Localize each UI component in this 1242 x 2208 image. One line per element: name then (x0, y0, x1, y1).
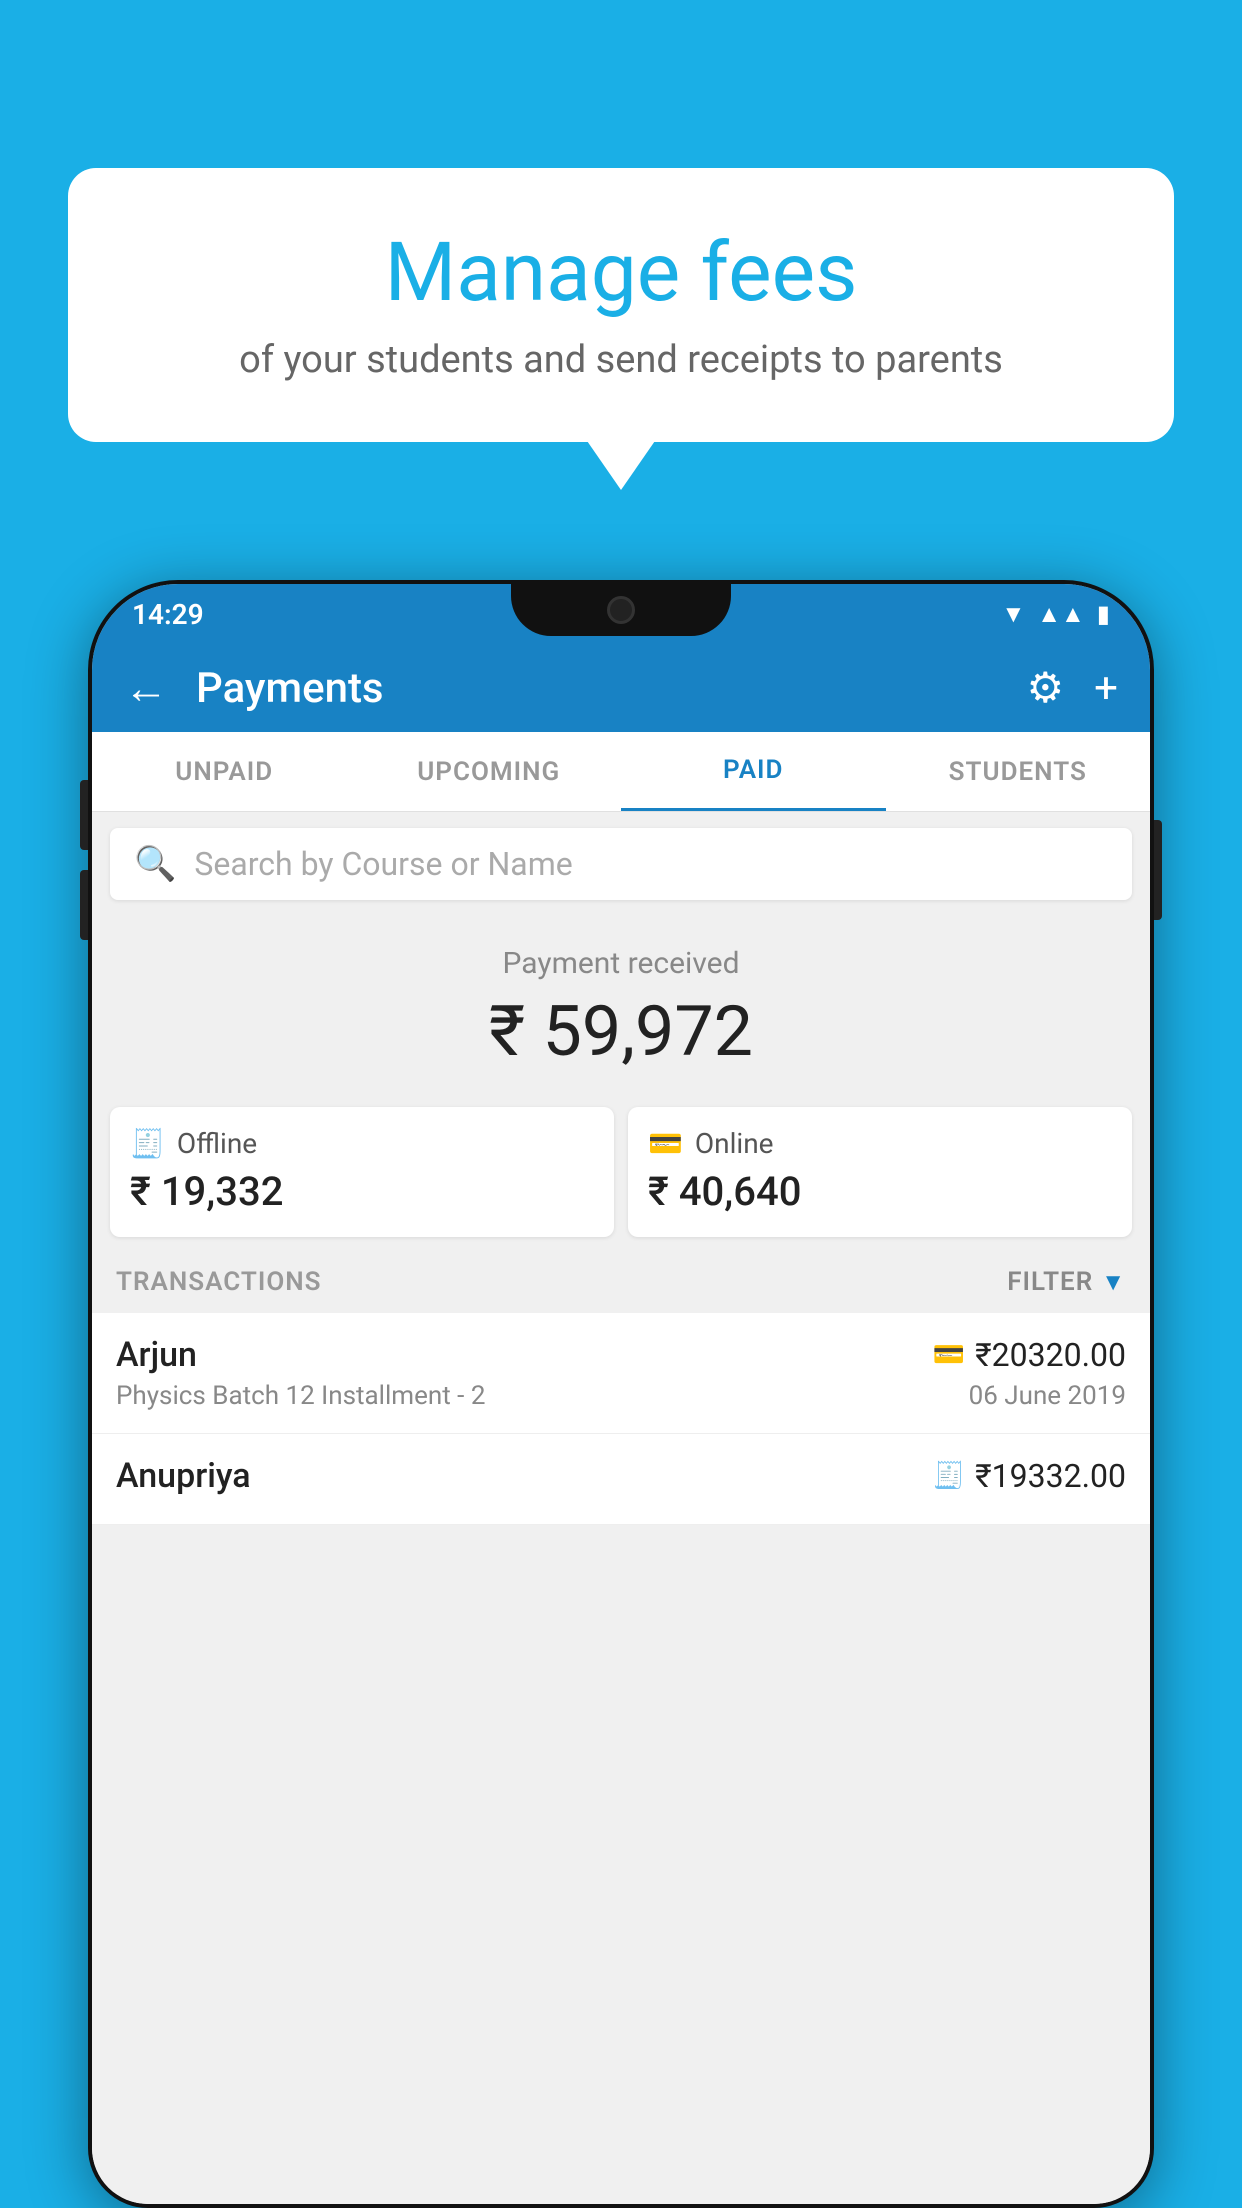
transactions-header: TRANSACTIONS FILTER ▼ (92, 1251, 1150, 1313)
transaction-top-row: Anupriya 🧾 ₹19332.00 (116, 1456, 1126, 1496)
power-button (1154, 820, 1162, 920)
transaction-bottom-row: Physics Batch 12 Installment - 2 06 June… (116, 1381, 1126, 1411)
front-camera (607, 596, 635, 624)
transaction-amount: 🧾 ₹19332.00 (933, 1457, 1126, 1495)
transaction-description: Physics Batch 12 Installment - 2 (116, 1381, 485, 1411)
transaction-name: Anupriya (116, 1456, 251, 1496)
status-icons: ▼ ▲▲ ▮ (1002, 600, 1111, 629)
transactions-label: TRANSACTIONS (116, 1267, 322, 1297)
main-content: 🔍 Search by Course or Name Payment recei… (92, 812, 1150, 2204)
payment-received-section: Payment received ₹ 59,972 (92, 916, 1150, 1093)
app-title: Payments (196, 664, 1027, 713)
signal-icon: ▲▲ (1037, 600, 1085, 629)
transaction-amount-value: ₹19332.00 (975, 1457, 1126, 1495)
search-bar[interactable]: 🔍 Search by Course or Name (110, 828, 1132, 900)
vol-up-button (80, 780, 88, 850)
payment-cards-row: 🧾 Offline ₹ 19,332 💳 Online ₹ 40,640 (92, 1093, 1150, 1251)
tab-students[interactable]: STUDENTS (886, 732, 1151, 811)
settings-icon[interactable]: ⚙ (1027, 663, 1065, 713)
phone-frame: 14:29 ▼ ▲▲ ▮ ← Payments ⚙ + UNPAID UPCOM… (88, 580, 1154, 2208)
wifi-icon: ▼ (1002, 600, 1026, 629)
transaction-amount: 💳 ₹20320.00 (933, 1336, 1126, 1374)
transaction-amount-value: ₹20320.00 (975, 1336, 1126, 1374)
status-time: 14:29 (132, 598, 204, 631)
transaction-top-row: Arjun 💳 ₹20320.00 (116, 1335, 1126, 1375)
online-card-header: 💳 Online (648, 1127, 1112, 1160)
speech-bubble: Manage fees of your students and send re… (68, 168, 1174, 442)
filter-button[interactable]: FILTER ▼ (1007, 1267, 1126, 1297)
online-label: Online (695, 1127, 774, 1160)
online-icon: 💳 (648, 1127, 683, 1160)
payment-label: Payment received (112, 946, 1130, 981)
offline-card: 🧾 Offline ₹ 19,332 (110, 1107, 614, 1237)
vol-down-button (80, 870, 88, 940)
search-icon: 🔍 (134, 844, 176, 884)
offline-card-header: 🧾 Offline (130, 1127, 594, 1160)
tab-paid[interactable]: PAID (621, 732, 886, 811)
tab-upcoming[interactable]: UPCOMING (357, 732, 622, 811)
phone-notch (511, 584, 731, 636)
tabs-bar: UNPAID UPCOMING PAID STUDENTS (92, 732, 1150, 812)
payment-type-icon: 🧾 (933, 1461, 965, 1491)
bubble-title: Manage fees (118, 228, 1124, 318)
offline-label: Offline (177, 1127, 257, 1160)
filter-icon: ▼ (1101, 1268, 1126, 1297)
table-row[interactable]: Anupriya 🧾 ₹19332.00 (92, 1434, 1150, 1525)
transaction-date: 06 June 2019 (969, 1381, 1126, 1411)
tab-unpaid[interactable]: UNPAID (92, 732, 357, 811)
bubble-subtitle: of your students and send receipts to pa… (118, 338, 1124, 382)
table-row[interactable]: Arjun 💳 ₹20320.00 Physics Batch 12 Insta… (92, 1313, 1150, 1434)
transaction-name: Arjun (116, 1335, 197, 1375)
phone-screen: 14:29 ▼ ▲▲ ▮ ← Payments ⚙ + UNPAID UPCOM… (92, 584, 1150, 2204)
online-card: 💳 Online ₹ 40,640 (628, 1107, 1132, 1237)
payment-type-icon: 💳 (933, 1340, 965, 1370)
filter-label: FILTER (1007, 1267, 1093, 1297)
online-amount: ₹ 40,640 (648, 1168, 1112, 1215)
payment-amount: ₹ 59,972 (112, 991, 1130, 1073)
app-bar: ← Payments ⚙ + (92, 644, 1150, 732)
offline-icon: 🧾 (130, 1127, 165, 1160)
add-icon[interactable]: + (1094, 664, 1118, 713)
offline-amount: ₹ 19,332 (130, 1168, 594, 1215)
battery-icon: ▮ (1097, 600, 1110, 628)
search-input[interactable]: Search by Course or Name (194, 845, 572, 883)
back-button[interactable]: ← (124, 662, 168, 714)
app-bar-icons: ⚙ + (1027, 663, 1119, 713)
